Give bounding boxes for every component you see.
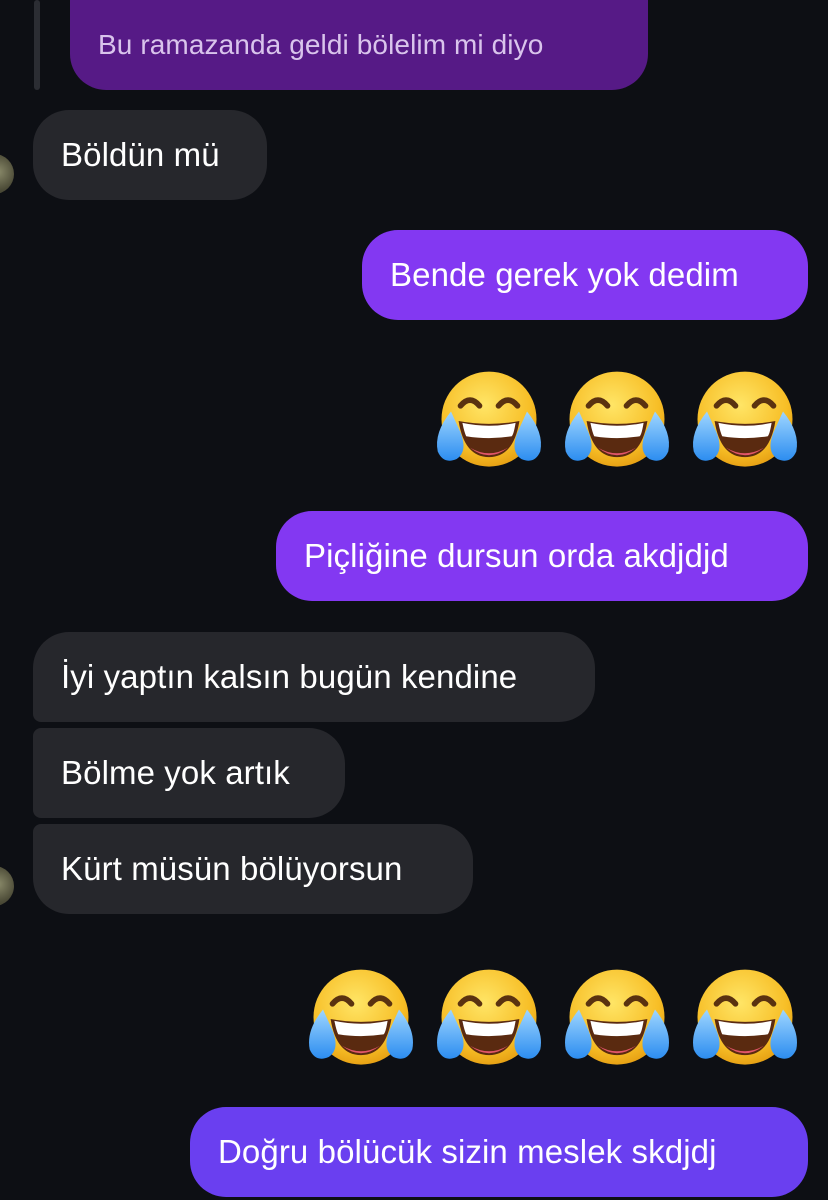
message-bubble-incoming[interactable]: Böldün mü <box>33 110 267 200</box>
chat-screen: Bu ramazanda geldi bölelim mi diyo Böldü… <box>0 0 828 1200</box>
message-bubble-outgoing[interactable]: Bende gerek yok dedim <box>362 230 808 320</box>
face-with-tears-of-joy-icon <box>688 364 802 478</box>
face-with-tears-of-joy-icon <box>432 364 546 478</box>
emoji-message[interactable] <box>432 364 802 478</box>
emoji-message[interactable] <box>304 962 802 1076</box>
contact-avatar[interactable] <box>0 154 14 194</box>
message-bubble-incoming[interactable]: Bölme yok artık <box>33 728 345 818</box>
face-with-tears-of-joy-icon <box>688 962 802 1076</box>
message-bubble-incoming[interactable]: İyi yaptın kalsın bugün kendine <box>33 632 595 722</box>
face-with-tears-of-joy-icon <box>560 962 674 1076</box>
face-with-tears-of-joy-icon <box>304 962 418 1076</box>
quoted-message[interactable]: Bu ramazanda geldi bölelim mi diyo <box>70 0 648 90</box>
face-with-tears-of-joy-icon <box>560 364 674 478</box>
message-bubble-incoming[interactable]: Kürt müsün bölüyorsun <box>33 824 473 914</box>
face-with-tears-of-joy-icon <box>432 962 546 1076</box>
contact-avatar[interactable] <box>0 866 14 906</box>
reply-indicator-bar <box>34 0 40 90</box>
message-bubble-outgoing[interactable]: Doğru bölücük sizin meslek skdjdj <box>190 1107 808 1197</box>
message-bubble-outgoing[interactable]: Piçliğine dursun orda akdjdjd <box>276 511 808 601</box>
